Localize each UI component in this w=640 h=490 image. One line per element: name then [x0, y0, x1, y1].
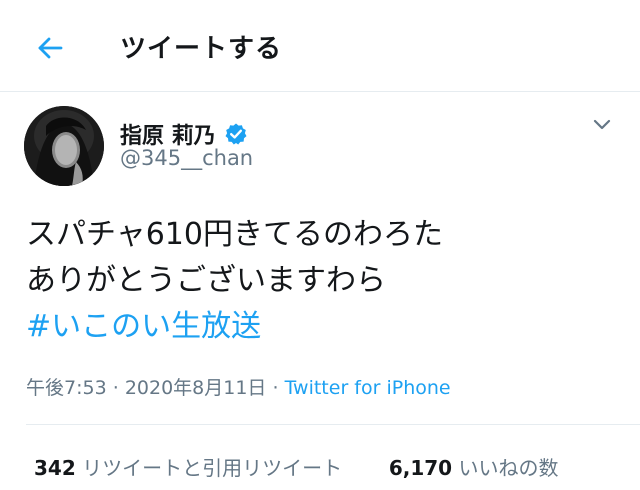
- meta-separator: ·: [272, 377, 279, 399]
- page-title: ツイートする: [120, 34, 283, 64]
- arrow-left-icon[interactable]: [36, 34, 64, 62]
- avatar-photo: [24, 106, 104, 186]
- divider: [26, 424, 640, 425]
- hashtag-link[interactable]: #いこのい生放送: [26, 304, 261, 350]
- meta-separator: ·: [112, 377, 119, 399]
- verified-badge-icon: [225, 123, 247, 145]
- author-handle[interactable]: @345__chan: [120, 146, 253, 170]
- retweets-count: 342: [34, 456, 76, 480]
- source-link[interactable]: Twitter for iPhone: [285, 377, 451, 399]
- tweet-date: 2020年8月11日: [124, 377, 267, 399]
- tweet-text-line: スパチャ610円きてるのわろた: [26, 217, 443, 252]
- tweet-time: 午後7:53: [26, 377, 107, 399]
- tweet-text-line: ありがとうございますわら: [26, 263, 386, 298]
- retweets-label: リツイートと引用リツイート: [82, 456, 343, 480]
- likes-label: いいねの数: [458, 456, 559, 480]
- chevron-down-icon[interactable]: [592, 118, 612, 132]
- tweet-meta: 午後7:53 · 2020年8月11日 · Twitter for iPhone: [26, 373, 451, 400]
- top-bar: ツイートする: [0, 0, 640, 92]
- retweets-stat[interactable]: 342 リツイートと引用リツイート: [34, 456, 348, 480]
- likes-stat[interactable]: 6,170 いいねの数: [389, 456, 559, 480]
- tweet-text: スパチャ610円きてるのわろた ありがとうございますわら #いこのい生放送: [26, 212, 443, 350]
- avatar[interactable]: [24, 106, 104, 186]
- engagement-stats: 342 リツイートと引用リツイート 6,170 いいねの数: [34, 452, 558, 481]
- likes-count: 6,170: [388, 456, 453, 480]
